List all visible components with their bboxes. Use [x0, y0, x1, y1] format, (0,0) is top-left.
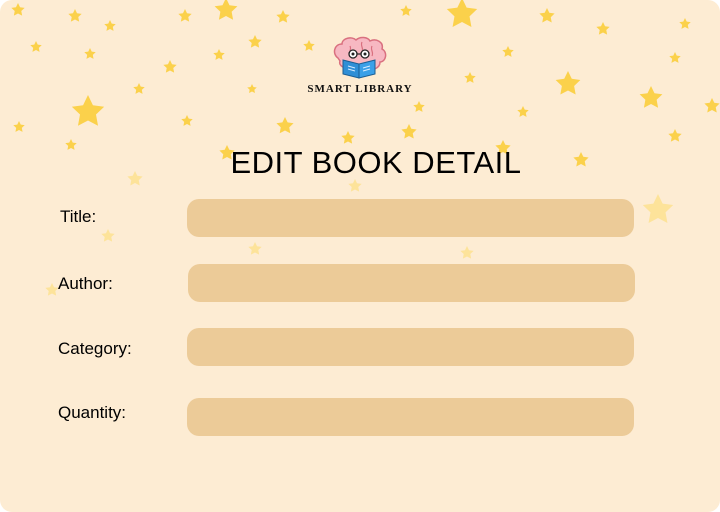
app-logo: SMART LIBRARY — [300, 34, 420, 100]
star-icon — [555, 71, 581, 95]
star-icon — [163, 60, 177, 73]
category-label: Category: — [58, 339, 132, 358]
star-icon — [401, 124, 417, 139]
star-icon — [413, 101, 425, 112]
star-icon — [71, 95, 105, 126]
edit-book-card: SMART LIBRARY EDIT BOOK DETAIL Title: Au… — [0, 0, 720, 512]
star-icon — [400, 5, 412, 16]
star-icon — [104, 20, 116, 31]
star-icon — [539, 8, 555, 23]
star-icon — [446, 0, 478, 27]
star-icon — [276, 10, 290, 23]
star-icon — [639, 86, 663, 108]
star-icon — [679, 18, 691, 29]
title-input[interactable] — [187, 199, 634, 237]
star-icon — [181, 115, 193, 126]
category-input[interactable] — [187, 328, 634, 366]
star-icon — [704, 98, 720, 113]
star-icon — [178, 9, 192, 22]
author-input[interactable] — [188, 264, 635, 302]
star-icon — [276, 117, 294, 134]
star-icon — [213, 49, 225, 60]
star-icon — [84, 48, 96, 59]
star-icon — [68, 9, 82, 22]
star-icon — [642, 194, 674, 223]
logo-text: SMART LIBRARY — [307, 83, 413, 95]
star-icon — [13, 121, 25, 132]
star-icon — [45, 283, 59, 296]
star-icon — [11, 3, 25, 16]
star-icon — [214, 0, 238, 20]
title-label: Title: — [60, 207, 97, 226]
star-icon — [460, 246, 474, 259]
author-label: Author: — [58, 274, 113, 293]
page-title: EDIT BOOK DETAIL — [230, 145, 522, 180]
star-icon — [248, 35, 262, 48]
quantity-input[interactable] — [187, 398, 634, 436]
star-icon — [669, 52, 681, 63]
brain-reading-book-icon — [333, 36, 387, 79]
star-icon — [464, 72, 476, 83]
star-icon — [101, 229, 115, 242]
star-icon — [247, 84, 257, 94]
star-icon — [248, 242, 262, 255]
quantity-label: Quantity: — [58, 403, 127, 422]
star-icon — [502, 46, 514, 57]
star-icon — [341, 131, 355, 144]
star-icon — [596, 22, 610, 35]
star-icon — [133, 83, 145, 94]
star-icon — [517, 106, 529, 117]
star-icon — [668, 129, 682, 142]
star-icon — [30, 41, 42, 52]
